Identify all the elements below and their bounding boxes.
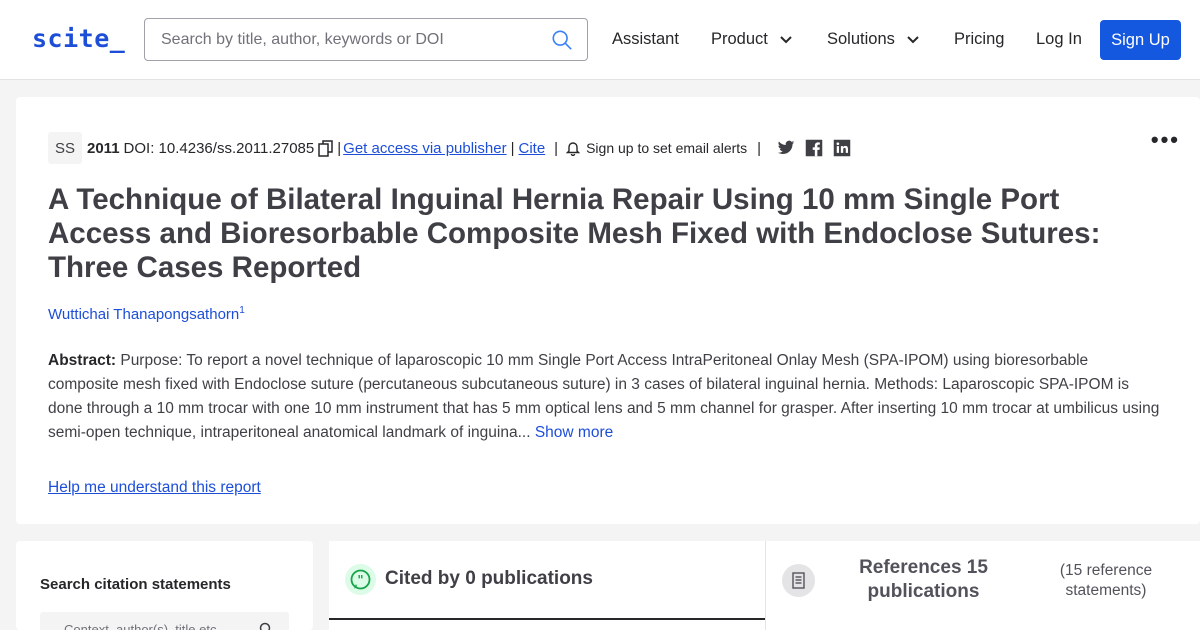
journal-badge[interactable]: SS — [48, 132, 82, 164]
citation-search-heading: Search citation statements — [40, 576, 231, 593]
search-icon[interactable] — [259, 622, 273, 630]
chevron-down-icon — [780, 35, 793, 44]
author-name: Wuttichai Thanapongsathorn — [48, 306, 240, 323]
nav-product-label: Product — [711, 30, 768, 48]
cited-by-label: Cited by 0 publications — [385, 568, 593, 589]
tab-references[interactable]: References 15 publications (15 reference… — [765, 541, 1200, 630]
chevron-down-icon — [907, 35, 920, 44]
doi-text: DOI: 10.4236/ss.2011.27085 — [123, 139, 315, 157]
social-share — [777, 139, 851, 157]
quote-icon: " — [345, 564, 376, 595]
email-alerts-link[interactable]: Sign up to set email alerts — [586, 140, 747, 156]
document-icon — [782, 564, 815, 597]
login-link[interactable]: Log In — [1036, 30, 1082, 49]
nav-solutions-label: Solutions — [827, 30, 895, 48]
tab-cited-by[interactable]: " Cited by 0 publications — [329, 541, 765, 620]
separator: | — [757, 139, 762, 157]
separator: | — [510, 139, 515, 157]
help-understand-link[interactable]: Help me understand this report — [48, 479, 261, 497]
search-icon[interactable] — [551, 29, 573, 51]
search-input[interactable] — [161, 19, 541, 60]
bell-icon[interactable] — [566, 140, 581, 156]
abstract: Abstract: Purpose: To report a novel tec… — [48, 349, 1163, 445]
twitter-icon[interactable] — [777, 139, 795, 157]
author-link[interactable]: Wuttichai Thanapongsathorn1 — [48, 305, 245, 323]
cite-link[interactable]: Cite — [518, 140, 545, 157]
citation-tabs: " Cited by 0 publications References 15 … — [329, 541, 1200, 630]
svg-text:": " — [357, 573, 363, 587]
publisher-access-link[interactable]: Get access via publisher — [343, 140, 506, 157]
signup-button[interactable]: Sign Up — [1100, 20, 1181, 60]
separator: | — [554, 139, 559, 157]
reference-statements-count: (15 reference statements) — [1059, 562, 1153, 599]
nav-assistant[interactable]: Assistant — [612, 30, 679, 49]
article-title: A Technique of Bilateral Inguinal Hernia… — [48, 183, 1101, 284]
article-card: SS 2011 DOI: 10.4236/ss.2011.27085 | Get… — [16, 97, 1200, 524]
more-dots-icon[interactable]: ••• — [1151, 127, 1180, 153]
scite-logo[interactable]: scite_ — [32, 24, 125, 53]
abstract-label: Abstract: — [48, 352, 117, 369]
citation-search-panel: Search citation statements Context, auth… — [16, 541, 313, 630]
author-affiliation: 1 — [239, 305, 245, 316]
citation-search-placeholder: Context, author(s), title etc — [64, 622, 217, 630]
copy-icon[interactable] — [318, 139, 334, 157]
citation-search-input[interactable]: Context, author(s), title etc — [40, 612, 289, 630]
search-box[interactable] — [144, 18, 588, 61]
linkedin-icon[interactable] — [833, 139, 851, 157]
facebook-icon[interactable] — [805, 139, 823, 157]
publication-year: 2011 — [87, 139, 120, 157]
nav-solutions[interactable]: Solutions — [827, 30, 920, 49]
separator: | — [337, 139, 342, 157]
nav-product[interactable]: Product — [711, 30, 793, 49]
references-label: References 15 publications — [859, 557, 988, 602]
show-more-link[interactable]: Show more — [535, 424, 613, 441]
top-navigation-bar: scite_ Assistant Product Solutions Prici… — [0, 0, 1200, 80]
article-meta-row: SS 2011 DOI: 10.4236/ss.2011.27085 | Get… — [48, 132, 851, 164]
nav-pricing[interactable]: Pricing — [954, 30, 1004, 49]
